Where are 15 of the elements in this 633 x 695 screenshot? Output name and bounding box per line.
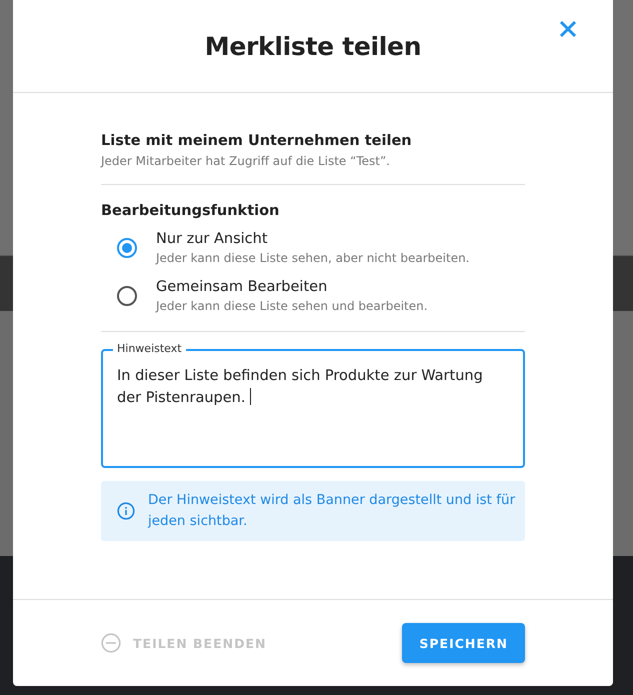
section-title: Bearbeitungsfunktion xyxy=(101,203,280,219)
option-description: Jeder kann diese Liste sehen, aber nicht bearbeiten. xyxy=(156,251,470,265)
minus-circle-icon xyxy=(101,633,121,653)
radio-button[interactable] xyxy=(117,286,137,306)
close-button[interactable] xyxy=(558,19,578,39)
save-button[interactable]: SPEICHERN xyxy=(402,623,525,663)
info-text: Der Hinweistext wird als Banner dargestellt und ist für jeden sichtbar. xyxy=(148,491,516,531)
section-title: Liste mit meinem Unternehmen teilen xyxy=(101,133,413,149)
radio-button[interactable] xyxy=(117,238,137,258)
section-description: Jeder Mitarbeiter hat Zugriff auf die Liste “Test”. xyxy=(101,154,391,168)
info-icon xyxy=(117,502,135,520)
dialog-title: Merkliste teilen xyxy=(204,32,422,60)
option-description: Jeder kann diese Liste sehen und bearbeiten. xyxy=(156,299,428,313)
option-label: Gemeinsam Bearbeiten xyxy=(156,279,328,295)
option-label: Nur zur Ansicht xyxy=(156,231,269,247)
